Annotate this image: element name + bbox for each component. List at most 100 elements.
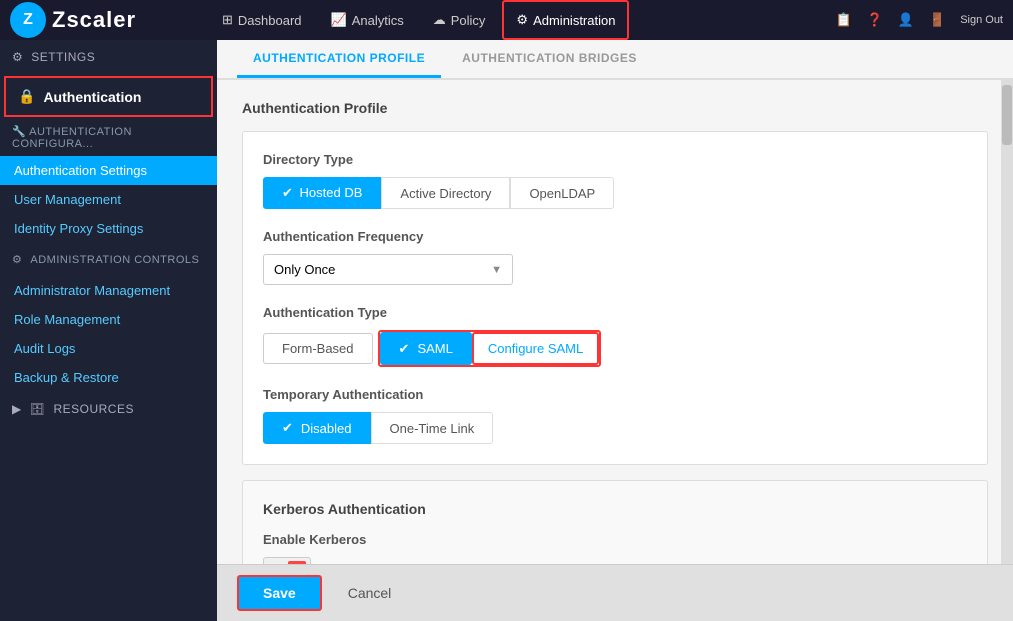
policy-icon: ☁ xyxy=(433,12,446,28)
scroll-thumb xyxy=(1002,85,1012,145)
nav-dashboard-label: Dashboard xyxy=(238,13,302,28)
sidebar-admin-management[interactable]: Administrator Management xyxy=(0,276,217,305)
kerberos-toggle[interactable]: ✕ xyxy=(263,557,311,564)
one-time-link-btn[interactable]: One-Time Link xyxy=(371,412,494,444)
kerberos-section: Kerberos Authentication Enable Kerberos … xyxy=(242,480,988,564)
configure-saml-label: Configure SAML xyxy=(488,341,583,356)
saml-label: SAML xyxy=(417,341,452,356)
user-icon[interactable]: 👤 xyxy=(898,12,914,28)
analytics-icon: 📈 xyxy=(331,12,347,28)
signout-label[interactable]: Sign Out xyxy=(960,14,1003,26)
sidebar-auth-config-header: 🔧 AUTHENTICATION CONFIGURA... xyxy=(0,119,217,156)
configure-saml-btn[interactable]: Configure SAML xyxy=(472,332,599,365)
save-button[interactable]: Save xyxy=(237,575,322,611)
active-directory-btn[interactable]: Active Directory xyxy=(381,177,510,209)
tab-auth-bridges[interactable]: Authentication Bridges xyxy=(446,41,653,78)
top-navigation: Z Zscaler ⊞ Dashboard 📈 Analytics ☁ Poli… xyxy=(0,0,1013,40)
nav-administration-label: Administration xyxy=(533,13,615,28)
settings-icon: ⚙ xyxy=(12,50,23,64)
authentication-label: Authentication xyxy=(43,89,141,105)
hosted-db-label: Hosted DB xyxy=(300,185,363,200)
chevron-right-icon: ▶ xyxy=(12,402,22,416)
admin-controls-label: ADMINISTRATION CONTROLS xyxy=(30,254,199,266)
wrench-icon: 🔧 xyxy=(12,126,26,138)
sidebar-authentication[interactable]: 🔒 Authentication xyxy=(4,76,213,117)
dropdown-arrow-icon: ▼ xyxy=(491,264,502,276)
scroll-track[interactable] xyxy=(1001,80,1013,564)
sidebar-role-management[interactable]: Role Management xyxy=(0,305,217,334)
sidebar-audit-logs[interactable]: Audit Logs xyxy=(0,334,217,363)
directory-type-group: Hosted DB Active Directory OpenLDAP xyxy=(263,177,967,209)
cancel-button[interactable]: Cancel xyxy=(332,577,408,609)
disabled-label: Disabled xyxy=(301,421,352,436)
openldap-label: OpenLDAP xyxy=(529,186,595,201)
saml-btn[interactable]: SAML xyxy=(380,332,472,365)
disabled-check-icon xyxy=(282,420,296,436)
active-directory-label: Active Directory xyxy=(400,186,491,201)
sidebar-identity-proxy[interactable]: Identity Proxy Settings xyxy=(0,214,217,243)
sidebar-resources-section[interactable]: ▶ 🗄 Resources xyxy=(0,392,217,426)
temp-auth-group: Disabled One-Time Link xyxy=(263,412,967,444)
auth-frequency-dropdown[interactable]: Only Once ▼ xyxy=(263,254,513,285)
audit-logs-label: Audit Logs xyxy=(14,341,75,356)
main-layout: ⚙ Settings 🔒 Authentication 🔧 AUTHENTICA… xyxy=(0,40,1013,621)
bottom-bar: Save Cancel xyxy=(217,564,1013,621)
resources-label: Resources xyxy=(53,402,134,416)
db-icon: 🗄 xyxy=(30,402,46,416)
logo-text: Zscaler xyxy=(52,7,136,33)
saml-check-icon xyxy=(399,341,413,357)
nav-policy[interactable]: ☁ Policy xyxy=(421,0,498,40)
dashboard-icon: ⊞ xyxy=(222,12,233,28)
nav-right: 📋 ❓ 👤 🚪 Sign Out xyxy=(835,12,1003,28)
nav-administration[interactable]: Administration xyxy=(502,0,629,40)
identity-proxy-label: Identity Proxy Settings xyxy=(14,221,143,236)
form-section-main: Directory Type Hosted DB Active Director… xyxy=(242,131,988,465)
nav-analytics[interactable]: 📈 Analytics xyxy=(319,0,416,40)
directory-type-label: Directory Type xyxy=(263,152,967,167)
sidebar-settings-section[interactable]: ⚙ Settings xyxy=(0,40,217,74)
content-area: Authentication Profile Authentication Br… xyxy=(217,40,1013,621)
sidebar-backup-restore[interactable]: Backup & Restore xyxy=(0,363,217,392)
nav-dashboard[interactable]: ⊞ Dashboard xyxy=(210,0,314,40)
form-based-label: Form-Based xyxy=(282,341,354,356)
hosted-db-check xyxy=(282,185,296,200)
user-management-label: User Management xyxy=(14,192,121,207)
administration-icon xyxy=(516,12,528,28)
auth-type-group: Form-Based SAML Configure SAML xyxy=(263,330,967,367)
logo-icon: Z xyxy=(10,2,46,38)
hosted-db-btn[interactable]: Hosted DB xyxy=(263,177,381,209)
admin-management-label: Administrator Management xyxy=(14,283,170,298)
gear-icon-sm: ⚙ xyxy=(12,253,22,266)
role-management-label: Role Management xyxy=(14,312,120,327)
nav-analytics-label: Analytics xyxy=(352,13,404,28)
scroll-content: Authentication Profile Directory Type Ho… xyxy=(217,80,1013,564)
temp-auth-label: Temporary Authentication xyxy=(263,387,967,402)
tab-auth-profile[interactable]: Authentication Profile xyxy=(237,41,441,78)
sidebar-admin-controls-section[interactable]: ⚙ ADMINISTRATION CONTROLS xyxy=(0,243,217,276)
auth-frequency-value: Only Once xyxy=(274,262,335,277)
logo-area: Z Zscaler xyxy=(10,2,210,38)
sidebar-auth-settings[interactable]: Authentication Settings xyxy=(0,156,217,185)
auth-config-label: AUTHENTICATION CONFIGURA... xyxy=(12,126,132,150)
nav-items: ⊞ Dashboard 📈 Analytics ☁ Policy Adminis… xyxy=(210,0,835,40)
tab-auth-bridges-label: Authentication Bridges xyxy=(462,51,637,65)
saml-wrapper: SAML Configure SAML xyxy=(378,330,602,367)
disabled-btn[interactable]: Disabled xyxy=(263,412,371,444)
toggle-wrapper: ✕ xyxy=(263,557,967,564)
form-based-btn[interactable]: Form-Based xyxy=(263,333,373,364)
section-title: Authentication Profile xyxy=(242,100,988,116)
sidebar-user-management[interactable]: User Management xyxy=(0,185,217,214)
lock-icon: 🔒 xyxy=(18,88,35,105)
auth-type-label: Authentication Type xyxy=(263,305,967,320)
signout-icon[interactable]: 🚪 xyxy=(929,12,945,28)
auth-frequency-label: Authentication Frequency xyxy=(263,229,967,244)
backup-restore-label: Backup & Restore xyxy=(14,370,119,385)
toggle-x-icon: ✕ xyxy=(288,561,306,564)
tab-auth-profile-label: Authentication Profile xyxy=(253,51,425,65)
one-time-link-label: One-Time Link xyxy=(390,421,475,436)
auth-settings-label: Authentication Settings xyxy=(14,163,147,178)
help-icon[interactable]: ❓ xyxy=(867,12,883,28)
kerberos-title: Kerberos Authentication xyxy=(263,501,967,517)
openldap-btn[interactable]: OpenLDAP xyxy=(510,177,614,209)
reports-icon[interactable]: 📋 xyxy=(835,12,851,28)
